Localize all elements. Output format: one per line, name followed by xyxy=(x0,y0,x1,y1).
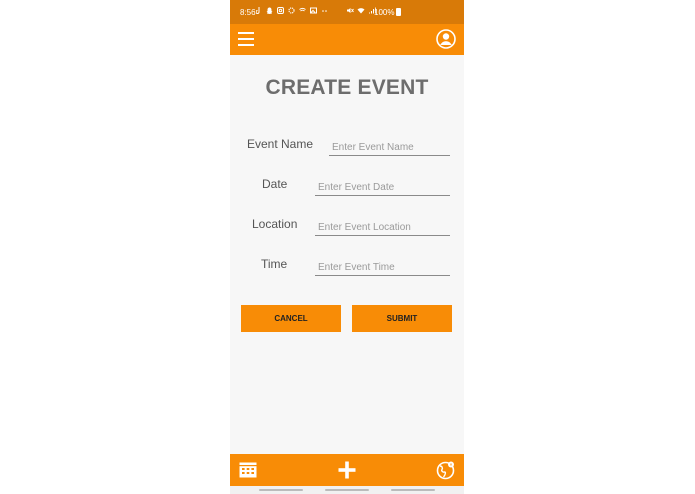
bottom-navigation xyxy=(230,454,464,486)
page-title: CREATE EVENT xyxy=(265,76,429,99)
date-row: Date xyxy=(230,177,464,201)
mute-icon xyxy=(347,8,354,13)
status-bar: 8:56 100% xyxy=(230,0,464,24)
app-bar xyxy=(230,24,464,55)
account-circle-icon[interactable] xyxy=(436,29,456,49)
wifi-icon xyxy=(357,8,365,14)
globe-icon[interactable] xyxy=(436,460,456,480)
instagram-icon xyxy=(277,7,284,14)
system-status-icons xyxy=(346,7,376,14)
battery-percentage: 100% xyxy=(374,8,395,17)
cancel-button[interactable]: CANCEL xyxy=(241,305,341,332)
location-input[interactable] xyxy=(315,219,450,236)
settings-icon xyxy=(288,7,295,14)
gesture-navigation-bar xyxy=(230,486,464,494)
tiktok-icon xyxy=(256,7,260,14)
plus-icon[interactable] xyxy=(337,460,357,480)
phone-screen: 8:56 100% CREATE EVENT Event Name Enter … xyxy=(230,0,464,494)
wifi-status-icon xyxy=(299,7,306,12)
event-name-row: Event Name xyxy=(230,137,464,161)
event-name-label: Event Name xyxy=(247,137,314,151)
time-label: Time xyxy=(261,257,288,271)
battery-icon xyxy=(396,8,401,16)
calendar-icon[interactable] xyxy=(238,460,258,480)
more-dots-icon xyxy=(322,10,327,12)
location-row: Location xyxy=(230,217,464,241)
time-row: Time xyxy=(230,257,464,281)
home-gesture[interactable] xyxy=(325,489,369,491)
hamburger-menu-icon[interactable] xyxy=(238,32,254,46)
status-time: 8:56 xyxy=(240,8,256,17)
date-label: Date xyxy=(262,177,288,191)
back-gesture[interactable] xyxy=(391,489,435,491)
notification-icons xyxy=(256,7,329,15)
recent-apps-gesture[interactable] xyxy=(259,489,303,491)
snapchat-icon xyxy=(266,7,273,14)
date-input[interactable] xyxy=(315,179,450,196)
location-label: Location xyxy=(252,217,298,231)
event-name-input[interactable] xyxy=(329,139,450,156)
image-icon xyxy=(310,7,317,14)
time-input[interactable] xyxy=(315,259,450,276)
submit-button[interactable]: SUBMIT xyxy=(352,305,452,332)
